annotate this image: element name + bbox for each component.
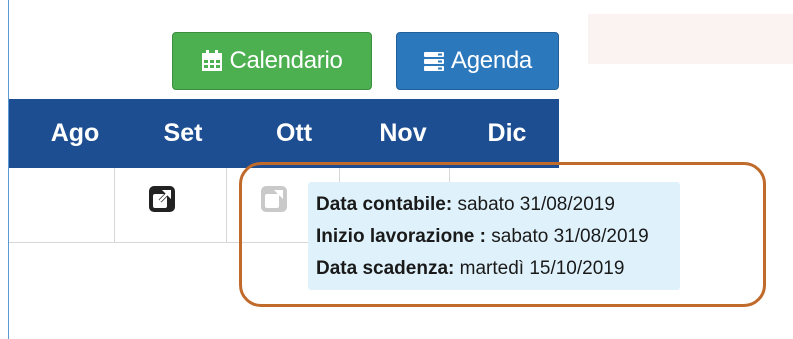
- date-tooltip: Data contabile: sabato 31/08/2019 Inizio…: [308, 182, 680, 290]
- tooltip-value: martedì 15/10/2019: [454, 258, 625, 279]
- month-header-nov[interactable]: Nov: [358, 99, 448, 168]
- month-header-ott[interactable]: Ott: [249, 99, 339, 168]
- tooltip-line-inizio-lavorazione: Inizio lavorazione : sabato 31/08/2019: [316, 226, 649, 248]
- tooltip-line-data-contabile: Data contabile: sabato 31/08/2019: [316, 194, 615, 216]
- tooltip-value: sabato 31/08/2019: [485, 226, 649, 247]
- month-header-ago[interactable]: Ago: [30, 99, 120, 168]
- agenda-button[interactable]: Agenda: [396, 32, 559, 90]
- month-header-dic[interactable]: Dic: [462, 99, 552, 168]
- tooltip-value: sabato 31/08/2019: [452, 194, 615, 215]
- calendar-button-label: Calendario: [229, 47, 343, 74]
- cell-divider: [114, 168, 115, 242]
- external-link-icon[interactable]: [259, 184, 289, 214]
- month-header-set[interactable]: Set: [138, 99, 228, 168]
- external-link-icon[interactable]: [147, 184, 177, 214]
- agenda-button-label: Agenda: [451, 47, 532, 74]
- top-right-panel: [588, 14, 793, 64]
- months-header: Ago Set Ott Nov Dic: [9, 99, 559, 168]
- calendar-button[interactable]: Calendario: [172, 32, 372, 90]
- cell-divider: [226, 168, 227, 242]
- tooltip-line-data-scadenza: Data scadenza: martedì 15/10/2019: [316, 258, 624, 280]
- calendar-icon: [201, 50, 223, 72]
- list-icon: [423, 50, 445, 72]
- tooltip-label: Data scadenza:: [316, 258, 455, 279]
- tooltip-label: Inizio lavorazione :: [316, 226, 486, 247]
- tooltip-label: Data contabile:: [316, 194, 453, 215]
